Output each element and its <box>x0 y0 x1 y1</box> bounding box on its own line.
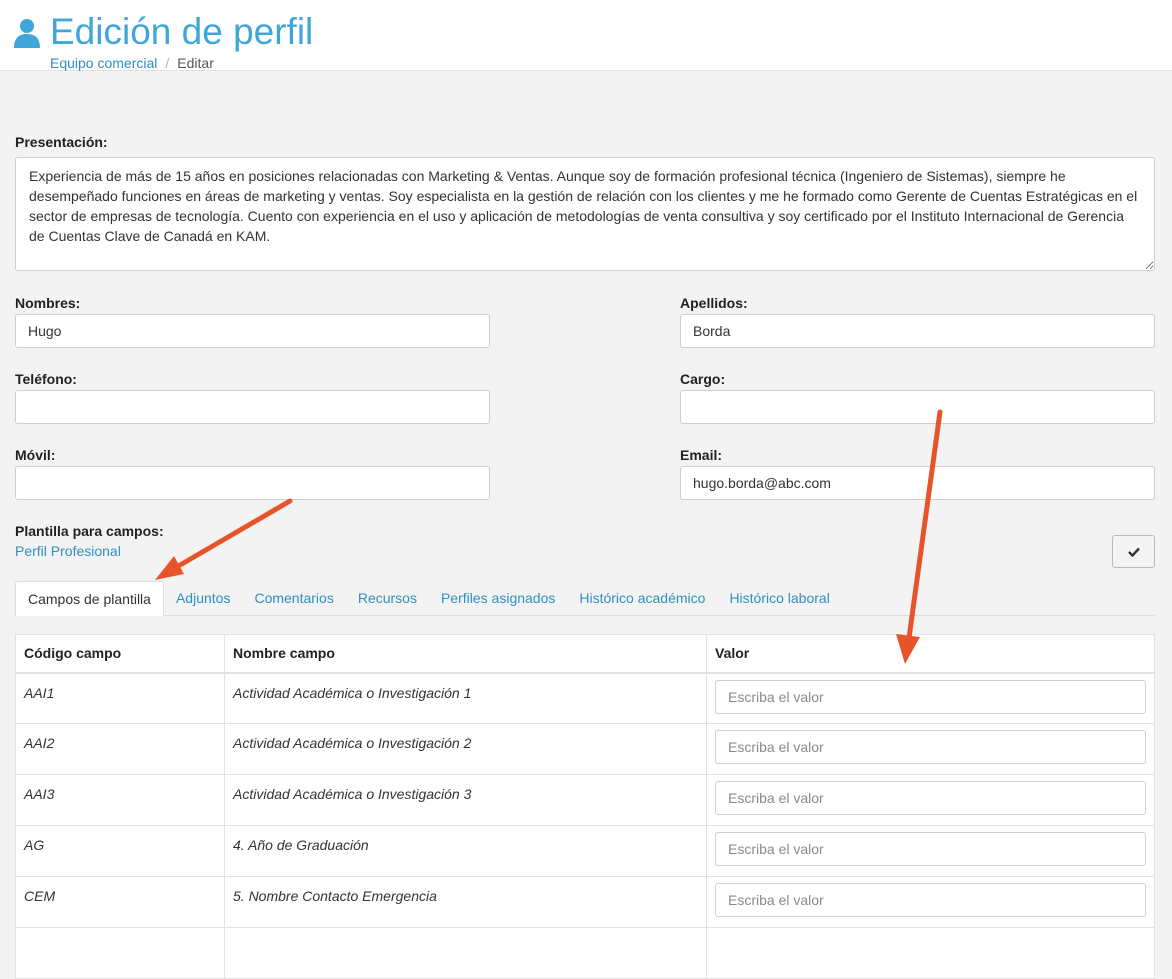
nombres-input[interactable] <box>15 314 490 348</box>
telefono-label: Teléfono: <box>15 371 77 387</box>
breadcrumb-separator: / <box>165 55 170 71</box>
tab-historico-laboral[interactable]: Histórico laboral <box>717 581 841 615</box>
tab-recursos[interactable]: Recursos <box>346 581 429 615</box>
value-input[interactable] <box>715 679 1146 714</box>
cell-name: Actividad Académica o Investigación 3 <box>224 774 707 826</box>
email-label: Email: <box>680 447 723 463</box>
check-icon <box>1127 547 1140 557</box>
email-input[interactable] <box>680 466 1155 500</box>
cell-name: 5. Nombre Contacto Emergencia <box>224 876 707 928</box>
template-link[interactable]: Perfil Profesional <box>15 543 121 559</box>
tab-campos-de-plantilla[interactable]: Campos de plantilla <box>15 581 164 616</box>
value-input[interactable] <box>715 730 1146 764</box>
user-icon <box>14 19 40 48</box>
cell-value <box>706 723 1155 775</box>
cell-name: 4. Año de Graduación <box>224 825 707 877</box>
tab-bar: Campos de plantilla Adjuntos Comentarios… <box>15 581 1155 616</box>
movil-input[interactable] <box>15 466 490 500</box>
table-header-row: Código campo Nombre campo Valor <box>15 634 1155 674</box>
cell-value <box>706 672 1155 724</box>
column-header-valor: Valor <box>706 634 1155 674</box>
cell-value <box>706 927 1155 979</box>
movil-label: Móvil: <box>15 447 56 463</box>
presentation-textarea[interactable] <box>15 157 1155 271</box>
page-title-text: Edición de perfil <box>50 11 314 52</box>
tab-perfiles-asignados[interactable]: Perfiles asignados <box>429 581 567 615</box>
value-input[interactable] <box>715 781 1146 815</box>
cell-name: Actividad Académica o Investigación 2 <box>224 723 707 775</box>
table-row: AAI2 Actividad Académica o Investigación… <box>15 723 1155 775</box>
nombres-label: Nombres: <box>15 295 81 311</box>
apellidos-input[interactable] <box>680 314 1155 348</box>
telefono-input[interactable] <box>15 390 490 424</box>
breadcrumb: Equipo comercial / Editar <box>50 55 214 71</box>
column-header-codigo: Código campo <box>15 634 225 674</box>
value-input[interactable] <box>715 832 1146 866</box>
cargo-label: Cargo: <box>680 371 726 387</box>
cell-name: Actividad Académica o Investigación 1 <box>224 672 707 724</box>
cell-value <box>706 774 1155 826</box>
cell-code: AAI1 <box>15 672 225 724</box>
cell-value <box>706 825 1155 877</box>
tab-adjuntos[interactable]: Adjuntos <box>164 581 242 615</box>
table-row: AAI3 Actividad Académica o Investigación… <box>15 774 1155 826</box>
page-title: Edición de perfil <box>14 10 313 54</box>
cell-code: AAI3 <box>15 774 225 826</box>
annotation-arrow-line <box>172 498 293 571</box>
cell-code: CEM <box>15 876 225 928</box>
cell-value <box>706 876 1155 928</box>
breadcrumb-current: Editar <box>177 55 214 71</box>
table-row <box>15 927 1155 979</box>
value-input[interactable] <box>715 883 1146 917</box>
table-row: AAI1 Actividad Académica o Investigación… <box>15 672 1155 724</box>
presentation-label: Presentación: <box>15 134 108 150</box>
apellidos-label: Apellidos: <box>680 295 748 311</box>
template-fields-table: Código campo Nombre campo Valor AAI1 Act… <box>15 634 1155 979</box>
cell-name <box>224 927 707 979</box>
annotation-arrowhead-icon <box>155 556 184 580</box>
breadcrumb-equipo-comercial[interactable]: Equipo comercial <box>50 55 157 71</box>
cell-code: AAI2 <box>15 723 225 775</box>
table-row: AG 4. Año de Graduación <box>15 825 1155 877</box>
column-header-nombre: Nombre campo <box>224 634 707 674</box>
page-header: Edición de perfil Equipo comercial / Edita… <box>0 0 1172 71</box>
template-label: Plantilla para campos: <box>15 523 164 539</box>
cell-code <box>15 927 225 979</box>
tab-historico-academico[interactable]: Histórico académico <box>567 581 717 615</box>
cell-code: AG <box>15 825 225 877</box>
confirm-button[interactable] <box>1112 535 1155 568</box>
tab-comentarios[interactable]: Comentarios <box>242 581 345 615</box>
table-row: CEM 5. Nombre Contacto Emergencia <box>15 876 1155 928</box>
cargo-input[interactable] <box>680 390 1155 424</box>
